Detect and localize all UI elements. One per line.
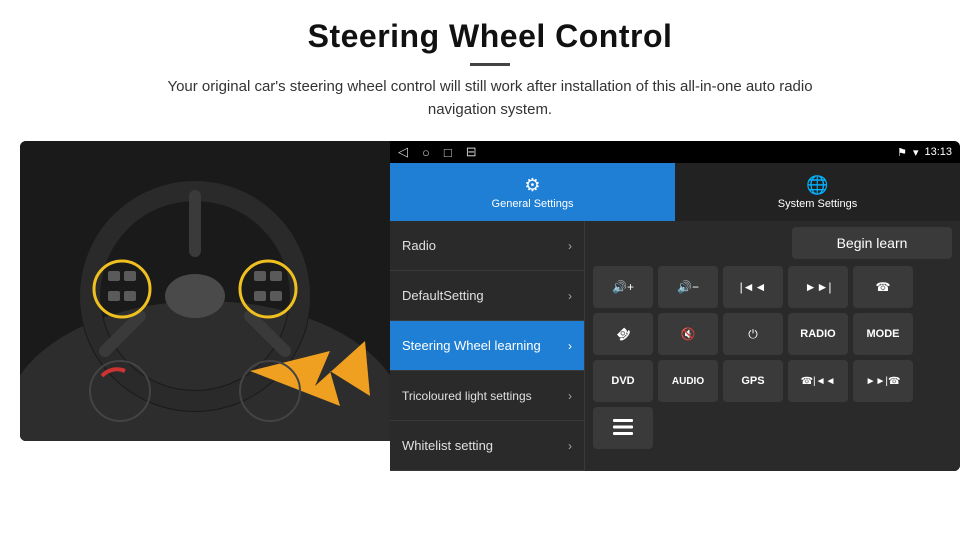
radio-button[interactable]: RADIO — [788, 313, 848, 355]
page-subtitle: Your original car's steering wheel contr… — [140, 76, 840, 121]
location-icon: ⚑ — [897, 146, 907, 159]
controls-grid: 🔊+ 🔊− |◄◄ ►►| ☎ — [593, 266, 952, 449]
vol-down-icon: 🔊− — [677, 280, 699, 294]
menu-whitelist-label: Whitelist setting — [402, 438, 493, 453]
wifi-icon: ▾ — [913, 146, 919, 159]
chevron-right-icon: › — [568, 389, 572, 403]
tab-system[interactable]: 🌐 System Settings — [675, 163, 960, 221]
chevron-right-icon: › — [568, 439, 572, 453]
menu-default-label: DefaultSetting — [402, 288, 484, 303]
tab-general-label: General Settings — [492, 198, 574, 210]
power-button[interactable]: ⏻ — [723, 313, 783, 355]
page-header: Steering Wheel Control Your original car… — [0, 0, 980, 129]
main-area: Radio › DefaultSetting › Steering Wheel … — [390, 221, 960, 471]
menu-item-whitelist[interactable]: Whitelist setting › — [390, 421, 584, 471]
hang-up-icon: ☎ — [613, 324, 633, 344]
steering-wheel-image — [20, 141, 390, 441]
mode-label: MODE — [867, 328, 900, 340]
recents-icon[interactable]: □ — [444, 145, 452, 160]
screenshot-icon[interactable]: ⊟ — [466, 144, 477, 160]
menu-icon — [613, 419, 633, 438]
phone-icon: ☎ — [876, 280, 891, 294]
general-settings-icon: ⚙ — [524, 175, 540, 196]
title-divider — [470, 63, 510, 66]
audio-label: AUDIO — [672, 376, 704, 387]
head-unit: ◁ ○ □ ⊟ ⚑ ▾ 13:13 ⚙ General Settings 🌐 S… — [390, 141, 960, 471]
system-settings-icon: 🌐 — [806, 175, 828, 196]
phone-prev-button[interactable]: ☎|◄◄ — [788, 360, 848, 402]
begin-learn-button[interactable]: Begin learn — [792, 227, 952, 259]
next-phone-button[interactable]: ►►|☎ — [853, 360, 913, 402]
mute-icon: 🔇 — [681, 327, 696, 341]
menu-radio-label: Radio — [402, 238, 436, 253]
menu-item-radio[interactable]: Radio › — [390, 221, 584, 271]
content-area: ◁ ○ □ ⊟ ⚑ ▾ 13:13 ⚙ General Settings 🌐 S… — [20, 141, 960, 471]
next-phone-icon: ►►|☎ — [866, 376, 901, 387]
menu-tricoloured-label: Tricoloured light settings — [402, 389, 532, 403]
tab-system-label: System Settings — [778, 198, 857, 210]
controls-row-3: DVD AUDIO GPS ☎|◄◄ ►►|☎ — [593, 360, 952, 402]
vol-up-icon: 🔊+ — [612, 280, 634, 294]
controls-row-2: ☎ 🔇 ⏻ RADIO MODE — [593, 313, 952, 355]
menu-list: Radio › DefaultSetting › Steering Wheel … — [390, 221, 585, 471]
audio-button[interactable]: AUDIO — [658, 360, 718, 402]
menu-item-tricoloured[interactable]: Tricoloured light settings › — [390, 371, 584, 421]
power-icon: ⏻ — [748, 327, 758, 342]
status-bar-right: ⚑ ▾ 13:13 — [897, 146, 952, 159]
phone-button[interactable]: ☎ — [853, 266, 913, 308]
hang-up-button[interactable]: ☎ — [593, 313, 653, 355]
dvd-label: DVD — [611, 375, 634, 387]
status-bar-nav: ◁ ○ □ ⊟ — [398, 144, 477, 160]
vol-up-button[interactable]: 🔊+ — [593, 266, 653, 308]
chevron-right-icon: › — [568, 239, 572, 253]
mute-button[interactable]: 🔇 — [658, 313, 718, 355]
dvd-button[interactable]: DVD — [593, 360, 653, 402]
back-icon[interactable]: ◁ — [398, 144, 408, 160]
vol-down-button[interactable]: 🔊− — [658, 266, 718, 308]
settings-tabs: ⚙ General Settings 🌐 System Settings — [390, 163, 960, 221]
status-time: 13:13 — [924, 146, 952, 158]
phone-prev-icon: ☎|◄◄ — [801, 376, 836, 387]
gps-label: GPS — [741, 375, 764, 387]
radio-label: RADIO — [800, 328, 835, 340]
menu-button[interactable] — [593, 407, 653, 449]
menu-item-steering[interactable]: Steering Wheel learning › — [390, 321, 584, 371]
prev-track-button[interactable]: |◄◄ — [723, 266, 783, 308]
tab-general[interactable]: ⚙ General Settings — [390, 163, 675, 221]
home-icon[interactable]: ○ — [422, 145, 430, 160]
gps-button[interactable]: GPS — [723, 360, 783, 402]
controls-panel: Begin learn 🔊+ 🔊− |◄◄ — [585, 221, 960, 471]
chevron-right-icon: › — [568, 339, 572, 353]
status-bar: ◁ ○ □ ⊟ ⚑ ▾ 13:13 — [390, 141, 960, 163]
next-track-icon: ►►| — [805, 280, 832, 294]
menu-item-default[interactable]: DefaultSetting › — [390, 271, 584, 321]
prev-track-icon: |◄◄ — [740, 280, 767, 294]
mode-button[interactable]: MODE — [853, 313, 913, 355]
page-title: Steering Wheel Control — [40, 18, 940, 55]
chevron-right-icon: › — [568, 289, 572, 303]
next-track-button[interactable]: ►►| — [788, 266, 848, 308]
menu-steering-label: Steering Wheel learning — [402, 338, 541, 353]
controls-row-4 — [593, 407, 952, 449]
controls-row-1: 🔊+ 🔊− |◄◄ ►►| ☎ — [593, 266, 952, 308]
begin-learn-row: Begin learn — [593, 227, 952, 259]
